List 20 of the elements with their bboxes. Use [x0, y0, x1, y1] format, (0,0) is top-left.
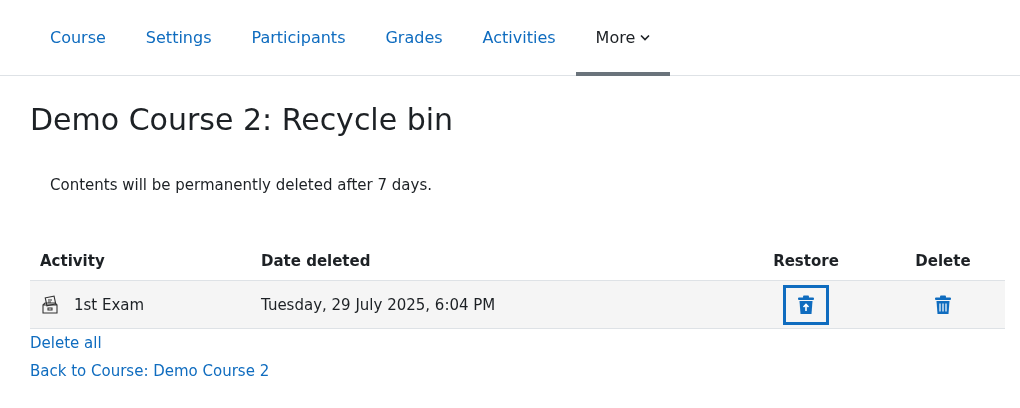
nav-tab[interactable]: Activities — [462, 0, 576, 76]
nav-tab[interactable]: Course — [30, 0, 126, 76]
page-title: Demo Course 2: Recycle bin — [30, 102, 455, 139]
column-header: Activity — [30, 242, 251, 281]
trash-arrow-icon — [797, 294, 815, 315]
column-header: Delete — [881, 242, 1005, 281]
nav-tab[interactable]: Grades — [365, 0, 463, 76]
trash-icon — [934, 294, 952, 315]
link[interactable]: Delete all — [30, 334, 102, 352]
nav-tab[interactable]: Settings — [125, 0, 232, 76]
date-text: Tuesday, 29 July 2025, 6:04 PM — [261, 295, 496, 314]
quiz-icon — [40, 294, 60, 315]
column-header: Date deleted — [251, 242, 731, 281]
nav-tab[interactable]: More — [575, 0, 671, 76]
column-header: Restore — [731, 242, 881, 281]
activity-name: 1st Exam — [74, 295, 145, 314]
restore-button[interactable] — [783, 284, 829, 325]
nav-tab[interactable]: Participants — [231, 0, 366, 76]
link[interactable]: Back to Course: Demo Course 2 — [30, 362, 270, 380]
notice-text: Contents will be permanently deleted after 7 days. — [50, 176, 433, 194]
